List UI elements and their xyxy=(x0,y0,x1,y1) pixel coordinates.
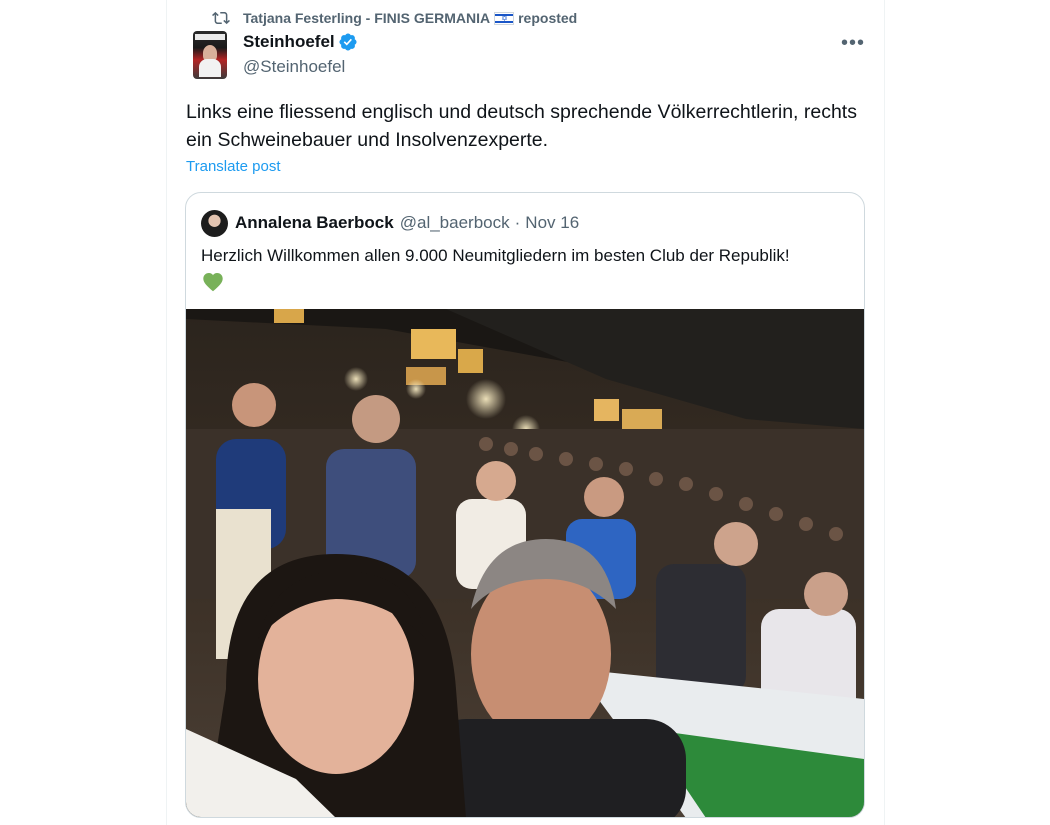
author-handle[interactable]: @Steinhoefel xyxy=(243,57,345,77)
quoted-author-avatar[interactable] xyxy=(201,209,228,237)
quoted-author-name[interactable]: Annalena Baerbock xyxy=(235,213,394,233)
verified-badge-icon[interactable] xyxy=(338,32,358,52)
quoted-post-header: Annalena Baerbock @al_baerbock · Nov 16 xyxy=(201,209,579,237)
reposter-name[interactable]: Tatjana Festerling - FINIS GERMANIA xyxy=(243,10,490,26)
author-name[interactable]: Steinhoefel xyxy=(243,32,335,52)
author-avatar[interactable] xyxy=(193,31,227,79)
post-text: Links eine fliessend englisch und deutsc… xyxy=(186,101,857,151)
more-options-icon[interactable]: ••• xyxy=(840,30,866,56)
quoted-post-text-block: Herzlich Willkommen allen 9.000 Neumitgl… xyxy=(201,244,856,294)
repost-context[interactable]: Tatjana Festerling - FINIS GERMANIA ✡ re… xyxy=(212,8,577,28)
selfie-photo-illustration xyxy=(186,309,864,817)
quoted-post-date[interactable]: Nov 16 xyxy=(525,213,579,233)
separator-dot: · xyxy=(514,213,521,232)
green-heart-icon xyxy=(203,273,223,292)
repost-icon xyxy=(212,11,230,25)
quoted-post-text: Herzlich Willkommen allen 9.000 Neumitgl… xyxy=(201,246,790,265)
translate-post-link[interactable]: Translate post xyxy=(186,158,281,175)
quoted-post-photo[interactable] xyxy=(186,309,864,817)
quoted-author-handle[interactable]: @al_baerbock xyxy=(400,213,510,233)
author-line: Steinhoefel xyxy=(243,32,358,52)
israel-flag-icon: ✡ xyxy=(494,11,515,25)
quoted-post[interactable]: Annalena Baerbock @al_baerbock · Nov 16 … xyxy=(185,192,865,818)
repost-suffix: reposted xyxy=(518,10,578,26)
